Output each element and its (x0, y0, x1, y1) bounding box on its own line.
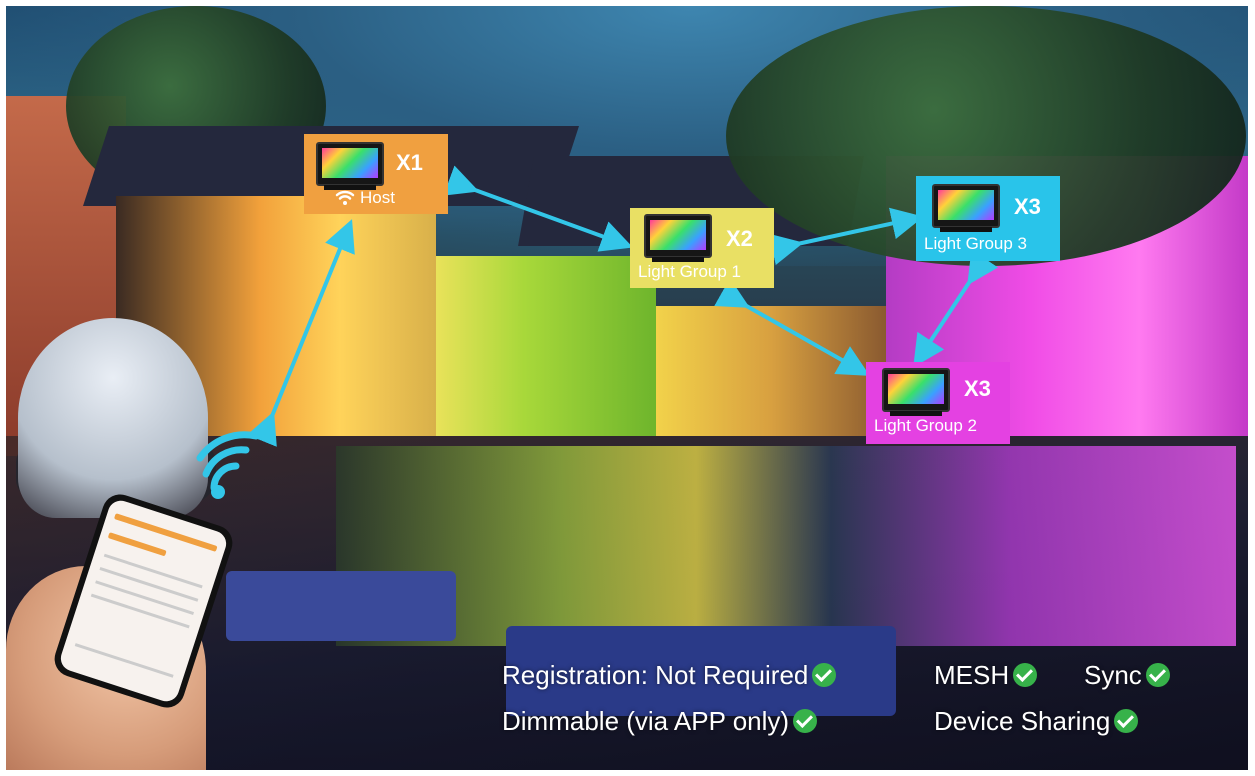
link-group3-group2 (913, 249, 999, 368)
feature-text: Device Sharing (934, 706, 1111, 736)
group3-count: X3 (1014, 194, 1041, 219)
check-icon (1145, 663, 1170, 687)
flood-light-icon (882, 368, 950, 416)
feature-registration: Registration: Not Required (502, 660, 837, 691)
link-group1-group3 (768, 207, 924, 266)
group1-count: X2 (726, 226, 753, 251)
check-icon (812, 663, 837, 687)
feature-sync: Sync (1084, 660, 1170, 691)
wifi-icon (335, 190, 355, 205)
group1-label: Light Group 1 (638, 262, 742, 281)
link-host-group1 (443, 165, 634, 252)
callout-light-group-2: X3 Light Group 2 (866, 362, 1010, 444)
group3-label: Light Group 3 (924, 234, 1028, 253)
flood-light-icon (644, 214, 712, 262)
callout-host: X1 Host (304, 134, 448, 214)
callout-light-group-1: X2 Light Group 1 (630, 208, 774, 288)
check-icon (1114, 709, 1139, 733)
feature-dimmable: Dimmable (via APP only) (502, 706, 818, 737)
scene-photo: X1 Host X2 Light Group 1 X3 Light Group … (6, 6, 1248, 770)
wifi-signal-icon (196, 431, 260, 499)
group2-count: X3 (964, 376, 991, 401)
callout-light-group-3: X3 Light Group 3 (916, 176, 1060, 261)
group2-label: Light Group 2 (874, 416, 978, 435)
check-icon (793, 709, 818, 733)
flood-light-icon (932, 184, 1000, 232)
flood-light-icon (316, 142, 384, 190)
host-label: Host (360, 188, 395, 207)
link-group1-group2 (714, 278, 870, 376)
feature-text: Sync (1084, 660, 1142, 690)
host-count: X1 (396, 150, 423, 175)
feature-mesh: MESH (934, 660, 1038, 691)
feature-text: Dimmable (via APP only) (502, 706, 790, 736)
check-icon (1013, 663, 1038, 687)
feature-device-sharing: Device Sharing (934, 706, 1139, 737)
feature-text: Registration: Not Required (502, 660, 809, 690)
feature-text: MESH (934, 660, 1010, 690)
link-phone-host (247, 219, 355, 447)
